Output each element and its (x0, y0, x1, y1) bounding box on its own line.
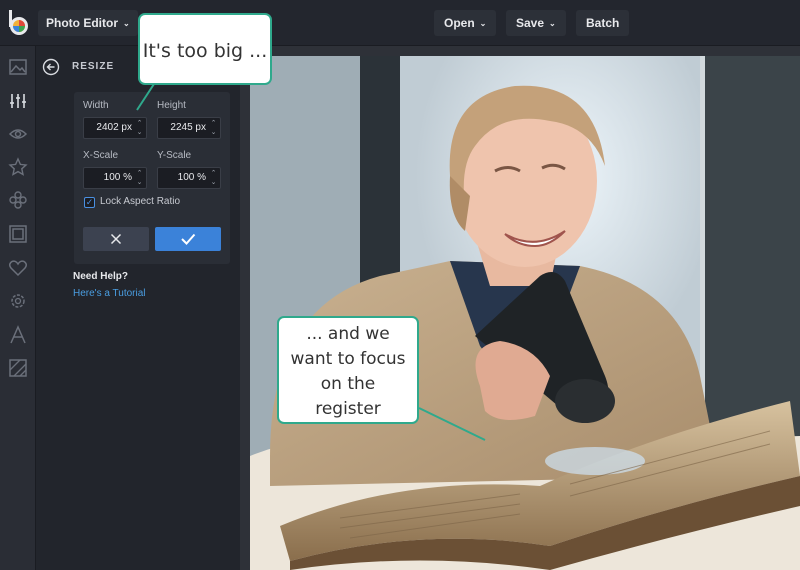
chevron-down-icon: ⌄ (479, 19, 487, 28)
xscale-value: 100 % (103, 172, 132, 183)
yscale-input[interactable]: 100 % ⌃ ⌄ (157, 167, 221, 189)
photo-canvas[interactable] (250, 56, 800, 570)
frame-icon[interactable] (8, 224, 28, 244)
lock-aspect-checkbox[interactable]: ✓ (84, 197, 95, 208)
tutorial-link[interactable]: Here's a Tutorial (73, 288, 146, 299)
help-title: Need Help? (73, 271, 129, 282)
cancel-button[interactable] (83, 227, 149, 251)
app-menu-label: Photo Editor (46, 16, 118, 30)
chevron-down-icon: ⌄ (549, 19, 556, 28)
yscale-label: Y-Scale (157, 150, 192, 161)
width-input[interactable]: 2402 px ⌃ ⌄ (83, 117, 147, 139)
open-label: Open (444, 16, 475, 30)
annotation-too-big-text: It's too big ... (142, 40, 268, 62)
back-arrow-icon[interactable] (42, 58, 60, 76)
resize-controls: Width Height 2402 px ⌃ ⌄ 2245 px ⌃ ⌄ X-Sca… (74, 92, 230, 264)
xscale-stepper[interactable]: ⌃ ⌄ (135, 169, 144, 187)
height-value: 2245 px (170, 122, 206, 133)
checkmark-icon (181, 233, 196, 245)
text-icon[interactable] (8, 325, 28, 345)
canvas-area (240, 46, 800, 570)
photo-image (250, 56, 800, 570)
annotation-focus-register: ... and we want to focus on the register (277, 316, 419, 424)
chevron-down-icon: ⌄ (123, 19, 130, 28)
adjust-sliders-icon[interactable] (8, 91, 28, 111)
batch-button[interactable]: Batch (576, 10, 630, 36)
width-stepper[interactable]: ⌃ ⌄ (135, 119, 144, 137)
app-menu-dropdown[interactable]: Photo Editor ⌄ (38, 10, 138, 36)
shapes-icon[interactable] (8, 190, 28, 210)
batch-label: Batch (586, 16, 620, 30)
yscale-stepper[interactable]: ⌃ ⌄ (209, 169, 218, 187)
apply-button[interactable] (155, 227, 221, 251)
width-value: 2402 px (96, 122, 132, 133)
open-button[interactable]: Open ⌄ (434, 10, 497, 36)
save-label: Save (516, 16, 545, 30)
lock-aspect-label: Lock Aspect Ratio (100, 196, 181, 207)
gear-icon[interactable] (8, 291, 28, 311)
close-icon (110, 233, 122, 245)
heart-icon[interactable] (8, 258, 28, 278)
top-bar: Photo Editor ⌄ Open ⌄ Save ⌄ Batch (0, 0, 800, 46)
panel-title: RESIZE (72, 61, 115, 72)
save-button[interactable]: Save ⌄ (506, 10, 566, 36)
tool-rail (0, 46, 36, 570)
texture-icon[interactable] (8, 358, 28, 378)
star-icon[interactable] (8, 157, 28, 177)
annotation-line-2: want to focus (290, 349, 406, 369)
annotation-too-big: It's too big ... (138, 13, 272, 85)
annotation-line-3: on the (320, 374, 376, 394)
app-logo[interactable] (6, 9, 32, 37)
xscale-input[interactable]: 100 % ⌃ ⌄ (83, 167, 147, 189)
height-input[interactable]: 2245 px ⌃ ⌄ (157, 117, 221, 139)
width-label: Width (83, 100, 109, 111)
resize-panel: RESIZE Width Height 2402 px ⌃ ⌄ 2245 px ⌃… (36, 46, 240, 570)
image-icon[interactable] (8, 57, 28, 77)
annotation-line-1: ... and we (306, 324, 390, 344)
yscale-value: 100 % (177, 172, 206, 183)
height-stepper[interactable]: ⌃ ⌄ (209, 119, 218, 137)
photo-editor-app: Photo Editor ⌄ Open ⌄ Save ⌄ Batch RESIZ… (0, 0, 800, 570)
annotation-line-4: register (315, 399, 381, 419)
xscale-label: X-Scale (83, 150, 119, 161)
eye-icon[interactable] (8, 124, 28, 144)
height-label: Height (157, 100, 186, 111)
